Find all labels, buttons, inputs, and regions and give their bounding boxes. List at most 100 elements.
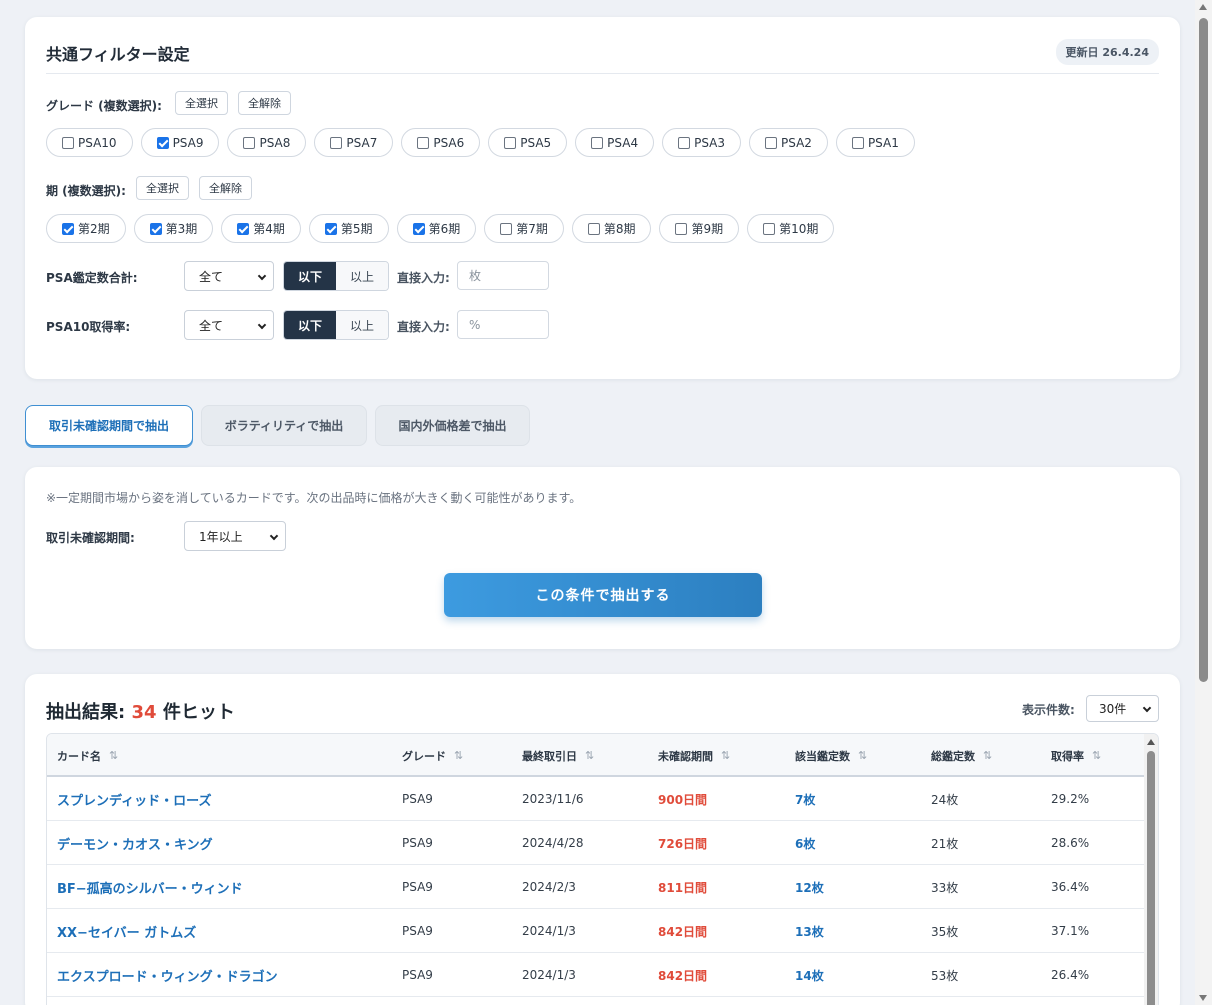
period-chip[interactable]: 第4期 (221, 214, 301, 243)
grade-chip[interactable]: PSA10 (46, 128, 133, 157)
table-cell-graded[interactable]: 6枚 (795, 821, 815, 865)
checkbox-icon[interactable] (500, 222, 513, 235)
grade-chip[interactable]: PSA8 (227, 128, 307, 157)
checkbox-icon[interactable] (851, 136, 864, 149)
unconfirmed-period-select[interactable]: 1年以上 (184, 521, 286, 551)
scroll-up-arrow-icon[interactable] (1199, 4, 1207, 10)
grade-chip[interactable]: PSA9 (140, 128, 220, 157)
checkbox-icon[interactable] (417, 136, 430, 149)
sort-icon[interactable]: ⇅ (983, 749, 992, 762)
checkbox-icon[interactable] (330, 136, 343, 149)
grade-clear-all-button[interactable]: 全解除 (238, 91, 291, 115)
table-cell-last-trade: 2024/1/3 (522, 968, 576, 982)
table-cell-grade: PSA9 (402, 968, 433, 982)
checkbox-icon[interactable] (62, 136, 74, 149)
checkbox-icon[interactable] (324, 222, 337, 235)
column-header[interactable]: カード名 ⇅ (57, 734, 118, 777)
period-chip[interactable]: 第5期 (308, 214, 389, 243)
period-chip-group: 第2期 第3期 第4期 第5期 第6期 第7期 第8期 第9期 第10期 (46, 214, 835, 243)
psa-total-select[interactable]: 全て (184, 261, 274, 291)
table-cell-graded[interactable]: 12枚 (795, 865, 824, 909)
sort-icon[interactable]: ⇅ (1092, 749, 1101, 762)
psa10-rate-input[interactable]: % (457, 310, 549, 339)
period-chip[interactable]: 第6期 (396, 214, 477, 243)
tab-unconfirmed-period[interactable]: 取引未確認期間で抽出 (25, 405, 193, 446)
per-page-select[interactable]: 30件 (1086, 695, 1159, 722)
column-header[interactable]: 総鑑定数 ⇅ (931, 734, 992, 777)
sort-icon[interactable]: ⇅ (858, 749, 867, 762)
checkbox-icon[interactable] (237, 222, 250, 235)
checkbox-icon[interactable] (765, 136, 778, 149)
period-chip[interactable]: 第10期 (747, 214, 835, 243)
grade-chip[interactable]: PSA5 (488, 128, 568, 157)
scroll-up-arrow-icon[interactable] (1147, 739, 1155, 745)
table-cell-unconfirmed: 842日間 (658, 924, 708, 939)
checkbox-icon[interactable] (678, 136, 691, 149)
period-chip[interactable]: 第3期 (133, 214, 214, 243)
grade-chip-label: PSA4 (607, 135, 639, 150)
page-scroll-thumb[interactable] (1199, 18, 1208, 682)
card-name-link[interactable]: スプレンディッド・ローズ (57, 777, 211, 821)
period-clear-all-button[interactable]: 全解除 (199, 176, 252, 200)
checkbox-icon[interactable] (149, 222, 162, 235)
psa10-rate-above-option[interactable]: 以上 (336, 311, 388, 339)
psa-total-below-option[interactable]: 以下 (284, 262, 336, 290)
psa-total-input[interactable]: 枚 (457, 261, 549, 290)
sort-icon[interactable]: ⇅ (454, 749, 463, 762)
grade-select-all-button[interactable]: 全選択 (175, 91, 228, 115)
period-chip[interactable]: 第9期 (659, 214, 740, 243)
card-name-link[interactable]: XX−セイバー ガトムズ (57, 909, 196, 953)
scroll-down-arrow-icon[interactable] (1199, 995, 1207, 1001)
results-title-suffix: 件ヒット (162, 702, 235, 723)
period-chip[interactable]: 第2期 (46, 214, 126, 243)
grade-chip[interactable]: PSA6 (401, 128, 481, 157)
table-scrollbar[interactable] (1144, 734, 1158, 1005)
checkbox-icon[interactable] (591, 136, 604, 149)
card-name-link[interactable]: デーモン・カオス・キング (57, 821, 213, 865)
table-cell-unconfirmed: 900日間 (658, 792, 708, 807)
column-header[interactable]: 未確認期間 ⇅ (658, 734, 730, 777)
table-scroll-thumb[interactable] (1147, 751, 1155, 1005)
page-scrollbar[interactable] (1195, 0, 1212, 1005)
grade-chip[interactable]: PSA1 (835, 128, 915, 157)
psa10-rate-below-option[interactable]: 以下 (284, 311, 336, 339)
column-header[interactable]: 該当鑑定数 ⇅ (795, 734, 867, 777)
checkbox-icon[interactable] (62, 222, 74, 235)
extract-button[interactable]: この条件で抽出する (444, 573, 762, 617)
period-chip-label: 第7期 (516, 222, 548, 236)
table-cell-graded[interactable]: 14枚 (795, 953, 824, 997)
column-header[interactable]: グレード ⇅ (402, 734, 463, 777)
table-cell-graded[interactable]: 13枚 (795, 909, 824, 953)
psa10-rate-select-value: 全て (199, 318, 224, 333)
sort-icon[interactable]: ⇅ (585, 749, 594, 762)
checkbox-icon[interactable] (587, 222, 600, 235)
column-header-label: 未確認期間 (658, 749, 713, 763)
grade-chip[interactable]: PSA2 (749, 128, 828, 157)
grade-chip[interactable]: PSA4 (575, 128, 655, 157)
grade-chip[interactable]: PSA7 (314, 128, 394, 157)
checkbox-icon[interactable] (156, 136, 169, 149)
grade-chip-label: PSA10 (78, 135, 117, 150)
grade-chip[interactable]: PSA3 (662, 128, 742, 157)
column-header-label: グレード (402, 749, 446, 763)
sort-icon[interactable]: ⇅ (721, 749, 730, 762)
checkbox-icon[interactable] (243, 136, 256, 149)
grade-chip-label: PSA2 (781, 135, 812, 150)
sort-icon[interactable]: ⇅ (109, 749, 118, 762)
table-cell-graded[interactable]: 7枚 (795, 777, 815, 821)
column-header[interactable]: 取得率 ⇅ (1051, 734, 1101, 777)
psa10-rate-select[interactable]: 全て (184, 310, 274, 340)
column-header[interactable]: 最終取引日 ⇅ (522, 734, 594, 777)
psa-total-above-option[interactable]: 以上 (336, 262, 388, 290)
period-chip[interactable]: 第7期 (484, 214, 564, 243)
period-select-all-button[interactable]: 全選択 (136, 176, 189, 200)
tab-price-gap[interactable]: 国内外価格差で抽出 (375, 405, 530, 446)
card-name-link[interactable]: エクスプロード・ウィング・ドラゴン (57, 953, 278, 997)
period-chip[interactable]: 第8期 (571, 214, 652, 243)
checkbox-icon[interactable] (763, 222, 776, 235)
checkbox-icon[interactable] (504, 136, 517, 149)
checkbox-icon[interactable] (412, 222, 425, 235)
card-name-link[interactable]: BF−孤高のシルバー・ウィンド (57, 865, 243, 909)
tab-volatility[interactable]: ボラティリティで抽出 (201, 405, 367, 446)
checkbox-icon[interactable] (675, 222, 688, 235)
